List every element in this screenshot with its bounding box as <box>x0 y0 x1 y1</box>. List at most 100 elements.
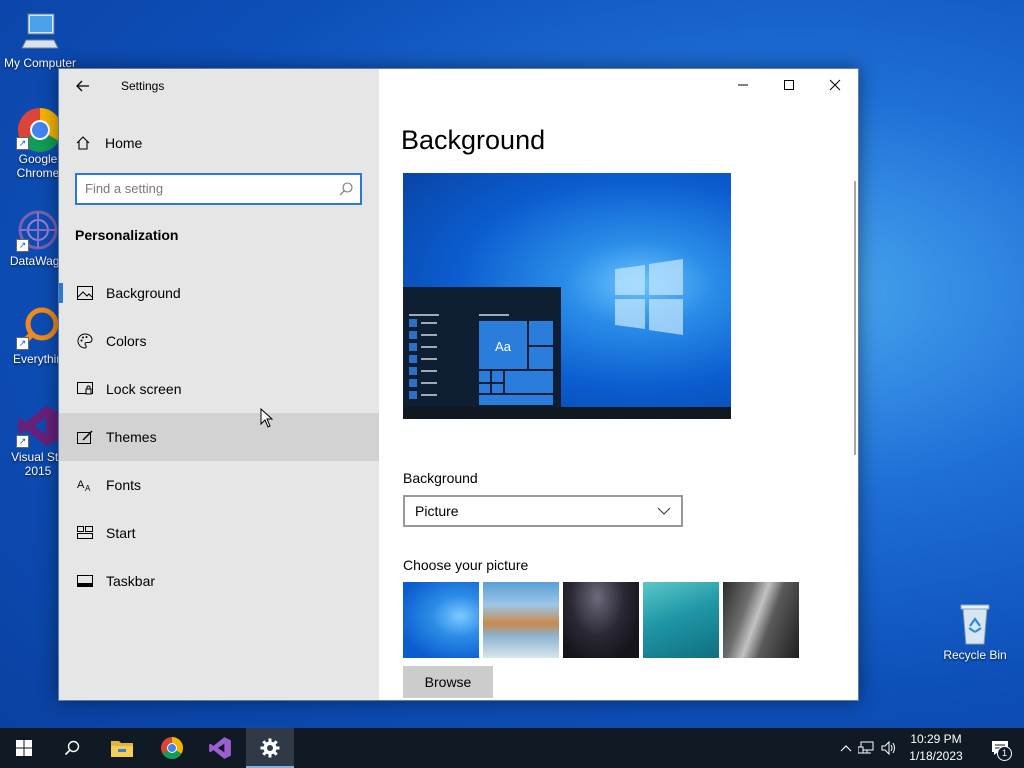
preview-taskbar <box>403 407 731 419</box>
chrome-icon: ↗ <box>16 106 62 152</box>
close-icon <box>829 79 841 91</box>
picture-thumbnails <box>403 582 799 658</box>
shortcut-arrow-icon: ↗ <box>16 137 29 150</box>
nav-item-label: Fonts <box>106 477 142 493</box>
nav-home-label: Home <box>105 135 143 151</box>
picture-thumbnail-beach-rocks[interactable] <box>483 582 559 658</box>
nav-item-label: Colors <box>106 333 147 349</box>
title-bar: Settings <box>59 69 379 103</box>
windows-logo-icon <box>615 259 683 335</box>
action-center-button[interactable]: 1 <box>976 728 1024 768</box>
minimize-icon <box>738 84 748 86</box>
taskbar-file-explorer[interactable] <box>98 728 146 768</box>
browse-button[interactable]: Browse <box>403 666 493 698</box>
home-icon <box>76 136 90 150</box>
desktop-icon-label: Everythin <box>12 352 64 366</box>
maximize-icon <box>784 80 794 90</box>
picture-thumbnail-night-sky[interactable] <box>563 582 639 658</box>
visual-studio-icon: ↗ <box>16 404 60 448</box>
window-controls <box>720 69 858 101</box>
nav-item-lock-screen[interactable]: Lock screen <box>59 365 379 413</box>
desktop-icon-recycle-bin[interactable]: Recycle Bin <box>935 602 1015 662</box>
file-explorer-icon <box>111 741 133 757</box>
windows-start-icon <box>16 740 32 756</box>
nav-item-themes[interactable]: Themes <box>59 413 379 461</box>
network-icon[interactable] <box>858 740 876 756</box>
clock-time: 10:29 PM <box>910 732 962 746</box>
svg-text:A: A <box>77 479 85 491</box>
choose-picture-label: Choose your picture <box>403 557 529 573</box>
nav-item-label: Background <box>106 285 181 301</box>
desktop-icon-label: Recycle Bin <box>943 648 1007 662</box>
settings-content: Background Aa Background Picture Choose … <box>379 69 858 700</box>
recycle-bin-icon <box>953 602 997 646</box>
picture-thumbnail-rock-waterfall[interactable] <box>723 582 799 658</box>
shortcut-arrow-icon: ↗ <box>16 337 29 350</box>
fonts-icon: AA <box>76 476 94 494</box>
start-button[interactable] <box>0 728 48 768</box>
taskbar-visual-studio[interactable] <box>196 728 244 768</box>
section-title: Personalization <box>75 227 179 243</box>
nav-item-start[interactable]: Start <box>59 509 379 557</box>
search-icon[interactable] <box>338 181 354 202</box>
desktop-icon-label: Google Chrome <box>16 152 60 180</box>
system-tray <box>838 728 898 768</box>
taskbar-chrome[interactable] <box>148 728 196 768</box>
nav-item-colors[interactable]: Colors <box>59 317 379 365</box>
nav-item-label: Taskbar <box>106 573 156 589</box>
close-button[interactable] <box>812 69 858 101</box>
nav-item-label: Start <box>106 525 136 541</box>
settings-icon <box>260 738 280 758</box>
everything-search-icon: ↗ <box>16 306 60 350</box>
picture-icon <box>76 284 94 302</box>
picture-thumbnail-windows-light[interactable] <box>403 582 479 658</box>
scrollbar[interactable] <box>854 181 856 455</box>
nav-item-fonts[interactable]: AA Fonts <box>59 461 379 509</box>
mouse-cursor-icon <box>260 408 274 428</box>
picture-thumbnail-underwater[interactable] <box>643 582 719 658</box>
background-type-dropdown[interactable]: Picture <box>403 495 683 527</box>
svg-text:A: A <box>85 484 91 492</box>
nav-item-background[interactable]: Background <box>59 269 379 317</box>
taskbar-search-button[interactable] <box>48 728 96 768</box>
search-input[interactable] <box>85 175 325 201</box>
preview-sample-text: Aa <box>495 339 512 354</box>
shortcut-arrow-icon: ↗ <box>16 435 29 448</box>
settings-window: Settings Home Personalization <box>58 68 859 701</box>
computer-icon <box>18 10 62 54</box>
desktop-icon-my-computer[interactable]: My Computer <box>0 10 80 70</box>
nav-list: Background Colors Lock screen Themes A A… <box>59 269 379 605</box>
visual-studio-icon <box>209 737 231 759</box>
dropdown-value: Picture <box>415 503 459 519</box>
minimize-button[interactable] <box>720 69 766 101</box>
shortcut-arrow-icon: ↗ <box>16 239 29 252</box>
volume-icon[interactable] <box>880 740 898 756</box>
taskbar-settings[interactable] <box>246 728 294 768</box>
start-menu-preview: Aa <box>403 287 561 407</box>
app-title: Settings <box>121 79 165 93</box>
nav-item-taskbar[interactable]: Taskbar <box>59 557 379 605</box>
search-icon <box>64 740 80 756</box>
palette-icon <box>76 332 94 350</box>
search-box[interactable] <box>75 173 362 205</box>
background-label: Background <box>403 470 478 486</box>
clock[interactable]: 10:29 PM 1/18/2023 <box>906 731 966 765</box>
datawago-icon: ↗ <box>16 208 60 252</box>
themes-icon <box>76 428 94 446</box>
lock-screen-icon <box>76 380 94 398</box>
chevron-down-icon <box>657 507 671 515</box>
nav-item-label: Lock screen <box>106 381 182 397</box>
back-arrow-icon <box>76 80 89 92</box>
page-title: Background <box>401 125 546 155</box>
chevron-up-icon[interactable] <box>838 740 854 756</box>
background-preview: Aa <box>403 173 731 419</box>
nav-home[interactable]: Home <box>75 133 142 153</box>
back-button[interactable] <box>71 75 95 97</box>
chrome-icon <box>161 737 183 759</box>
maximize-button[interactable] <box>766 69 812 101</box>
taskbar-icon <box>76 572 94 590</box>
nav-item-label: Themes <box>106 429 157 445</box>
start-icon <box>76 524 94 542</box>
clock-date: 1/18/2023 <box>909 749 963 763</box>
settings-sidebar: Settings Home Personalization <box>59 69 379 700</box>
